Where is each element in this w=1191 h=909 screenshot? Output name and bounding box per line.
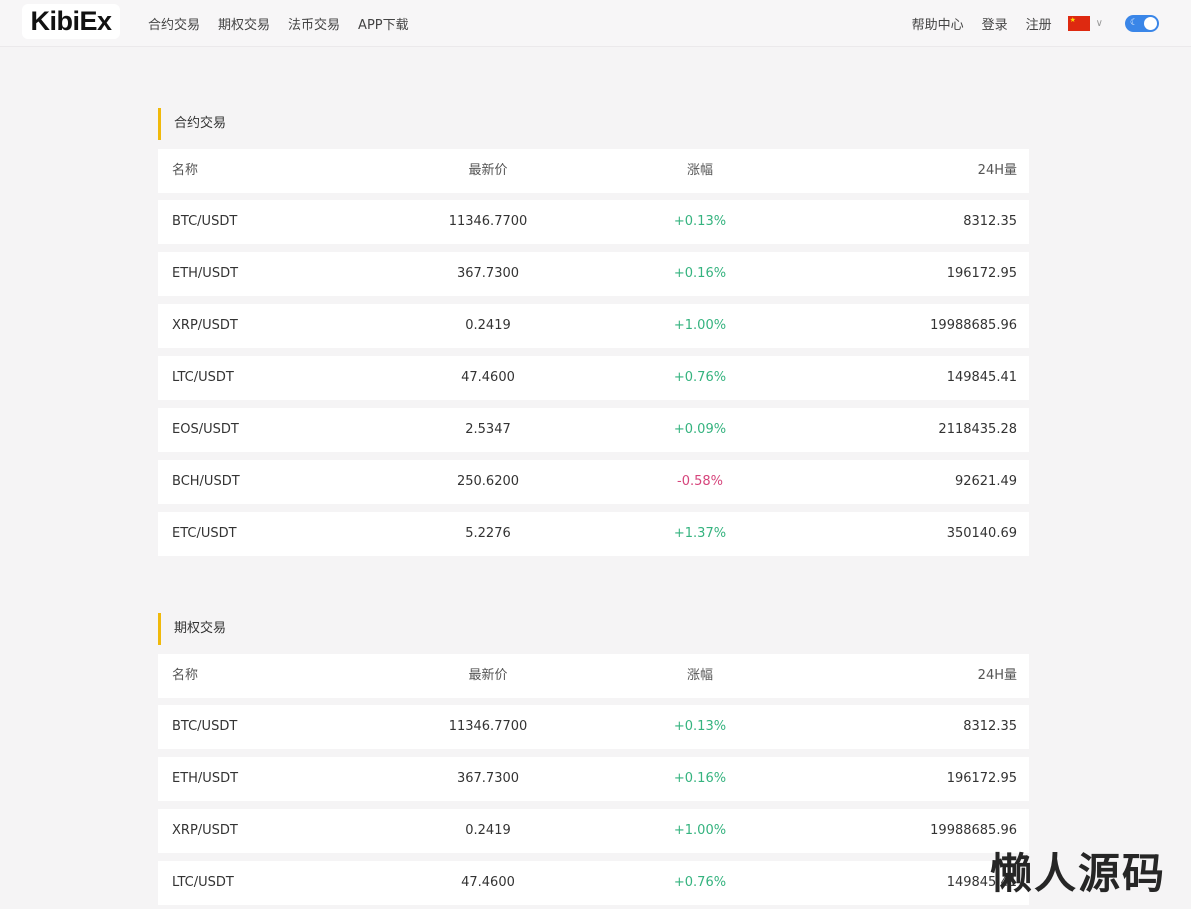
pair-name: XRP/USDT xyxy=(172,318,238,333)
column-name-header: 名称 xyxy=(172,668,199,683)
change-percent: -0.58% xyxy=(677,474,723,489)
nav-options-trading[interactable]: 期权交易 xyxy=(218,14,270,33)
market-row[interactable]: BTC/USDT 11346.7700 +0.13% 8312.35 xyxy=(158,705,1029,749)
last-price: 11346.7700 xyxy=(448,214,528,229)
change-percent: +0.09% xyxy=(673,422,727,437)
column-change-header: 涨幅 xyxy=(686,668,713,683)
watermark-text: 懒人源码 xyxy=(990,849,1167,898)
last-price: 0.2419 xyxy=(465,318,511,333)
market-row[interactable]: XRP/USDT 0.2419 +1.00% 19988685.96 xyxy=(158,304,1029,348)
volume-24h: 19988685.96 xyxy=(930,318,1017,333)
chevron-down-icon: ∨ xyxy=(1095,17,1103,29)
nav-contract-trading[interactable]: 合约交易 xyxy=(148,14,200,33)
change-percent: +0.76% xyxy=(673,875,727,890)
volume-24h: 8312.35 xyxy=(963,214,1017,229)
pair-name: BTC/USDT xyxy=(172,719,238,734)
table-header-row: 名称 最新价 涨幅 24H量 xyxy=(158,654,1029,698)
section-title: 期权交易 xyxy=(158,613,1029,645)
change-percent: +1.37% xyxy=(673,526,727,541)
change-percent: +0.13% xyxy=(673,214,727,229)
change-percent: +0.13% xyxy=(673,719,727,734)
last-price: 5.2276 xyxy=(465,526,511,541)
change-percent: +1.00% xyxy=(673,318,727,333)
last-price: 367.7300 xyxy=(456,266,520,281)
market-row[interactable]: ETH/USDT 367.7300 +0.16% 196172.95 xyxy=(158,757,1029,801)
help-center-link[interactable]: 帮助中心 xyxy=(912,14,964,33)
change-percent: +0.16% xyxy=(673,266,727,281)
pair-name: BTC/USDT xyxy=(172,214,238,229)
volume-24h: 8312.35 xyxy=(963,719,1017,734)
volume-24h: 196172.95 xyxy=(946,266,1017,281)
market-row[interactable]: BTC/USDT 11346.7700 +0.13% 8312.35 xyxy=(158,200,1029,244)
market-row[interactable]: LTC/USDT 47.4600 +0.76% 149845.41 xyxy=(158,861,1029,905)
change-percent: +0.76% xyxy=(673,370,727,385)
column-price-header: 最新价 xyxy=(468,668,508,683)
volume-24h: 92621.49 xyxy=(954,474,1017,489)
theme-toggle[interactable]: ☾ xyxy=(1125,14,1159,32)
market-row[interactable]: LTC/USDT 47.4600 +0.76% 149845.41 xyxy=(158,356,1029,400)
change-percent: +1.00% xyxy=(673,823,727,838)
last-price: 2.5347 xyxy=(465,422,511,437)
volume-24h: 196172.95 xyxy=(946,771,1017,786)
nav-fiat-trading[interactable]: 法币交易 xyxy=(288,14,340,33)
column-change-header: 涨幅 xyxy=(686,163,713,178)
market-row[interactable]: ETC/USDT 5.2276 +1.37% 350140.69 xyxy=(158,512,1029,556)
market-row[interactable]: XRP/USDT 0.2419 +1.00% 19988685.96 xyxy=(158,809,1029,853)
contract-trading-section: 合约交易 名称 最新价 涨幅 24H量 BTC/USDT 11346.7700 +0… xyxy=(158,108,1029,558)
pair-name: BCH/USDT xyxy=(172,474,240,489)
last-price: 11346.7700 xyxy=(448,719,528,734)
last-price: 250.6200 xyxy=(456,474,520,489)
nav-app-download[interactable]: APP下载 xyxy=(358,14,409,33)
volume-24h: 149845.41 xyxy=(946,370,1017,385)
pair-name: XRP/USDT xyxy=(172,823,238,838)
options-trading-section: 期权交易 名称 最新价 涨幅 24H量 BTC/USDT 11346.7700 +0… xyxy=(158,613,1029,909)
market-row[interactable]: EOS/USDT 2.5347 +0.09% 2118435.28 xyxy=(158,408,1029,452)
register-link[interactable]: 注册 xyxy=(1026,14,1052,33)
login-link[interactable]: 登录 xyxy=(982,14,1008,33)
language-selector[interactable]: ★ ∨ xyxy=(1067,15,1103,31)
pair-name: ETH/USDT xyxy=(172,771,239,786)
kibiex-logo[interactable]: KibiEx xyxy=(22,4,120,39)
header-right-actions: 帮助中心 登录 注册 ★ ∨ ☾ xyxy=(894,0,1159,46)
pair-name: ETH/USDT xyxy=(172,266,239,281)
last-price: 367.7300 xyxy=(456,771,520,786)
china-flag-icon: ★ xyxy=(1067,15,1090,31)
section-title: 合约交易 xyxy=(158,108,1029,140)
last-price: 47.4600 xyxy=(461,370,515,385)
last-price: 0.2419 xyxy=(465,823,511,838)
column-price-header: 最新价 xyxy=(468,163,508,178)
pair-name: EOS/USDT xyxy=(172,422,239,437)
volume-24h: 350140.69 xyxy=(946,526,1017,541)
last-price: 47.4600 xyxy=(461,875,515,890)
column-volume-header: 24H量 xyxy=(977,668,1017,683)
pair-name: LTC/USDT xyxy=(172,370,234,385)
column-name-header: 名称 xyxy=(172,163,199,178)
toggle-knob xyxy=(1144,16,1157,30)
market-row[interactable]: ETH/USDT 367.7300 +0.16% 196172.95 xyxy=(158,252,1029,296)
column-volume-header: 24H量 xyxy=(977,163,1017,178)
main-nav: 合约交易 期权交易 法币交易 APP下载 xyxy=(148,0,427,46)
volume-24h: 2118435.28 xyxy=(938,422,1017,437)
change-percent: +0.16% xyxy=(673,771,727,786)
pair-name: LTC/USDT xyxy=(172,875,234,890)
market-row[interactable]: BCH/USDT 250.6200 -0.58% 92621.49 xyxy=(158,460,1029,504)
top-navigation-bar: KibiEx 合约交易 期权交易 法币交易 APP下载 帮助中心 登录 注册 ★… xyxy=(0,0,1191,47)
table-header-row: 名称 最新价 涨幅 24H量 xyxy=(158,149,1029,193)
pair-name: ETC/USDT xyxy=(172,526,237,541)
moon-icon: ☾ xyxy=(1130,17,1139,28)
